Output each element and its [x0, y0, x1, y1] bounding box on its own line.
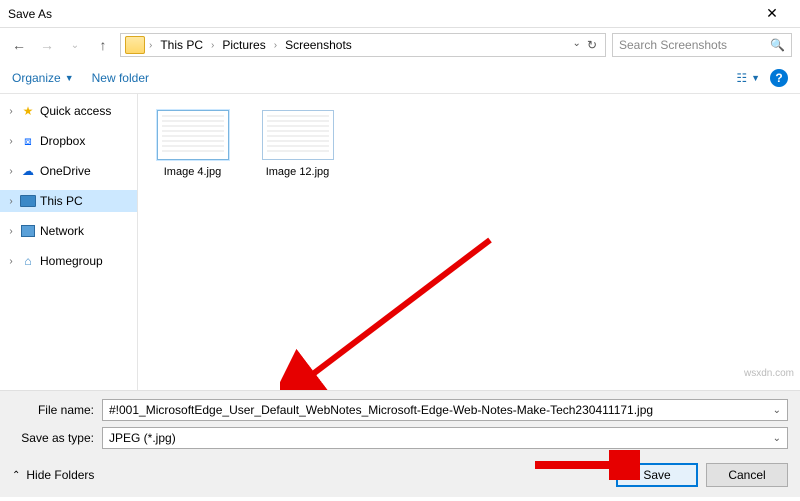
sidebar-label: OneDrive	[40, 164, 91, 178]
file-item[interactable]: Image 12.jpg	[255, 110, 340, 178]
search-icon: 🔍	[770, 38, 785, 52]
close-button[interactable]: ✕	[752, 5, 792, 22]
sidebar-label: This PC	[40, 194, 83, 208]
sidebar: › ★ Quick access › ⧈ Dropbox › ☁ OneDriv…	[0, 94, 138, 390]
folder-icon	[125, 36, 145, 54]
file-item[interactable]: Image 4.jpg	[150, 110, 235, 178]
breadcrumb-item[interactable]: This PC	[156, 36, 207, 54]
sidebar-label: Quick access	[40, 104, 111, 118]
watermark: wsxdn.com	[744, 368, 794, 379]
refresh-icon[interactable]: ↻	[587, 38, 597, 52]
nav-bar: ← → ⌄ ↑ › This PC › Pictures › Screensho…	[0, 28, 800, 62]
save-type-select[interactable]: JPEG (*.jpg) ⌄	[102, 427, 788, 449]
cancel-button[interactable]: Cancel	[706, 463, 788, 487]
sidebar-item-homegroup[interactable]: › ⌂ Homegroup	[0, 250, 137, 272]
new-folder-button[interactable]: New folder	[92, 71, 149, 85]
chevron-up-icon: ⌃	[12, 470, 20, 481]
window-title: Save As	[8, 7, 752, 21]
chevron-right-icon: ›	[149, 40, 152, 51]
pc-icon	[20, 194, 36, 208]
sidebar-item-onedrive[interactable]: › ☁ OneDrive	[0, 160, 137, 182]
chevron-right-icon: ›	[211, 40, 214, 51]
file-name-input[interactable]: #!001_MicrosoftEdge_User_Default_WebNote…	[102, 399, 788, 421]
cloud-icon: ☁	[20, 164, 36, 178]
file-name-value: #!001_MicrosoftEdge_User_Default_WebNote…	[109, 403, 653, 417]
organize-menu[interactable]: Organize ▼	[12, 71, 74, 85]
view-options-button[interactable]: ☷ ▼	[736, 71, 760, 85]
toolbar: Organize ▼ New folder ☷ ▼ ?	[0, 62, 800, 94]
dropbox-icon: ⧈	[20, 134, 36, 148]
back-button[interactable]: ←	[8, 34, 30, 56]
expand-icon[interactable]: ›	[6, 196, 16, 207]
expand-icon[interactable]: ›	[6, 106, 16, 117]
main-area: › ★ Quick access › ⧈ Dropbox › ☁ OneDriv…	[0, 94, 800, 390]
sidebar-item-quick-access[interactable]: › ★ Quick access	[0, 100, 137, 122]
sidebar-item-this-pc[interactable]: › This PC	[0, 190, 137, 212]
chevron-right-icon: ›	[274, 40, 277, 51]
chevron-down-icon: ▼	[751, 73, 760, 83]
file-name-label: File name:	[12, 403, 100, 417]
breadcrumb-item[interactable]: Screenshots	[281, 36, 356, 54]
sidebar-item-network[interactable]: › Network	[0, 220, 137, 242]
title-bar: Save As ✕	[0, 0, 800, 28]
star-icon: ★	[20, 104, 36, 118]
forward-button[interactable]: →	[36, 34, 58, 56]
file-label: Image 4.jpg	[150, 166, 235, 178]
homegroup-icon: ⌂	[20, 254, 36, 268]
address-bar[interactable]: › This PC › Pictures › Screenshots ⌄ ↻	[120, 33, 606, 57]
search-placeholder: Search Screenshots	[619, 38, 727, 52]
network-icon	[20, 224, 36, 238]
search-box[interactable]: Search Screenshots 🔍	[612, 33, 792, 57]
chevron-down-icon[interactable]: ⌄	[773, 405, 781, 416]
sidebar-label: Homegroup	[40, 254, 103, 268]
save-type-label: Save as type:	[12, 431, 100, 445]
save-type-value: JPEG (*.jpg)	[109, 431, 176, 445]
help-button[interactable]: ?	[770, 69, 788, 87]
file-thumbnail	[157, 110, 229, 160]
up-button[interactable]: ↑	[92, 34, 114, 56]
bottom-panel: File name: #!001_MicrosoftEdge_User_Defa…	[0, 390, 800, 497]
view-icon: ☷	[736, 71, 747, 85]
expand-icon[interactable]: ›	[6, 256, 16, 267]
expand-icon[interactable]: ›	[6, 166, 16, 177]
organize-label: Organize	[12, 71, 61, 85]
expand-icon[interactable]: ›	[6, 226, 16, 237]
file-label: Image 12.jpg	[255, 166, 340, 178]
save-button[interactable]: Save	[616, 463, 698, 487]
sidebar-label: Network	[40, 224, 84, 238]
chevron-down-icon: ▼	[65, 73, 74, 83]
hide-folders-label: Hide Folders	[26, 468, 94, 482]
file-pane[interactable]: Image 4.jpg Image 12.jpg	[138, 94, 800, 390]
chevron-down-icon[interactable]: ⌄	[773, 433, 781, 444]
hide-folders-button[interactable]: ⌃ Hide Folders	[12, 468, 94, 482]
recent-dropdown[interactable]: ⌄	[64, 34, 86, 56]
expand-icon[interactable]: ›	[6, 136, 16, 147]
breadcrumb-item[interactable]: Pictures	[218, 36, 269, 54]
address-dropdown-icon[interactable]: ⌄	[573, 38, 581, 52]
file-thumbnail	[262, 110, 334, 160]
sidebar-item-dropbox[interactable]: › ⧈ Dropbox	[0, 130, 137, 152]
sidebar-label: Dropbox	[40, 134, 85, 148]
